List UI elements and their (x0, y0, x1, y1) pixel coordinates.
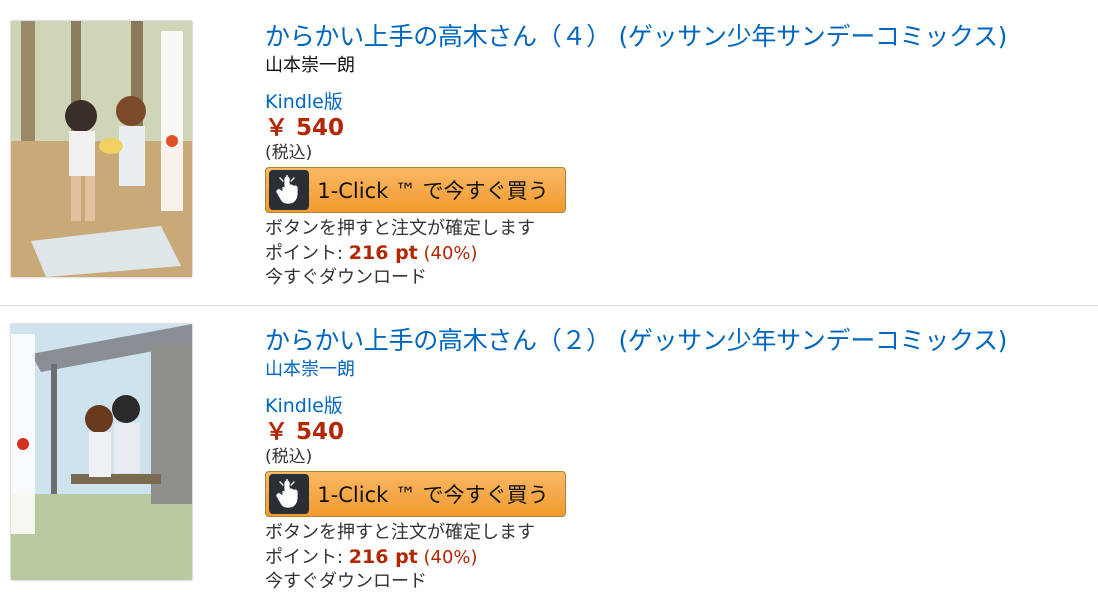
product-title-link[interactable]: からかい上手の高木さん（２） (ゲッサン少年サンデーコミックス) (265, 324, 1007, 358)
download-note: 今すぐダウンロード (265, 571, 427, 592)
tap-hand-icon (269, 474, 309, 514)
product-title-link[interactable]: からかい上手の高木さん（４） (ゲッサン少年サンデーコミックス) (265, 20, 1007, 54)
book-cover-image[interactable] (11, 21, 192, 277)
one-click-buy-button[interactable]: 1-Click ™ で今すぐ買う (265, 167, 566, 213)
search-result: からかい上手の高木さん（２） (ゲッサン少年サンデーコミックス) 山本崇一朗 K… (0, 306, 1098, 614)
result-info: からかい上手の高木さん（４） (ゲッサン少年サンデーコミックス) 山本崇一朗 K… (265, 20, 1007, 290)
format-link[interactable]: Kindle版 (265, 394, 1007, 419)
format-link[interactable]: Kindle版 (265, 90, 1007, 115)
points-value: 216 pt (348, 546, 418, 568)
points-line: ポイント: 216 pt (40%) (265, 545, 1007, 570)
points-percent: (40%) (423, 243, 478, 264)
buy-button-label: 1-Click ™ で今すぐ買う (317, 483, 549, 507)
search-result: からかい上手の高木さん（４） (ゲッサン少年サンデーコミックス) 山本崇一朗 K… (0, 0, 1098, 306)
points-percent: (40%) (423, 547, 478, 568)
points-value: 216 pt (348, 242, 418, 264)
price: ￥ 540 (265, 115, 345, 141)
book-cover-image[interactable] (11, 324, 192, 580)
author-link[interactable]: 山本崇一朗 (265, 358, 1007, 382)
result-info: からかい上手の高木さん（２） (ゲッサン少年サンデーコミックス) 山本崇一朗 K… (265, 324, 1007, 594)
confirm-note: ボタンを押すと注文が確定します (265, 522, 535, 543)
one-click-buy-button[interactable]: 1-Click ™ で今すぐ買う (265, 471, 566, 517)
points-label: ポイント: (265, 243, 349, 264)
price: ￥ 540 (265, 419, 345, 445)
confirm-note: ボタンを押すと注文が確定します (265, 218, 535, 239)
author-name: 山本崇一朗 (265, 55, 355, 76)
tax-note: (税込) (265, 143, 313, 163)
download-note: 今すぐダウンロード (265, 267, 427, 288)
tax-note: (税込) (265, 447, 313, 467)
points-label: ポイント: (265, 547, 349, 568)
points-line: ポイント: 216 pt (40%) (265, 241, 1007, 266)
buy-button-label: 1-Click ™ で今すぐ買う (317, 179, 549, 203)
tap-hand-icon (269, 170, 309, 210)
